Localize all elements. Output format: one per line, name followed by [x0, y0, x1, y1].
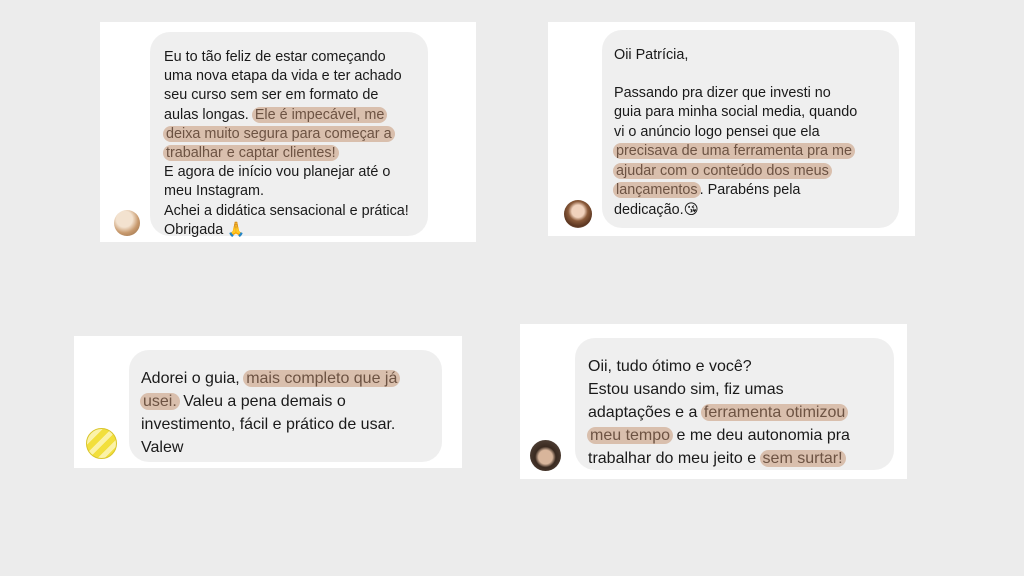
- highlighted-text: ferramenta otimizou: [700, 404, 849, 421]
- message-line: dedicação.😘: [614, 201, 899, 221]
- message-line: Estou usando sim, fiz umas: [588, 378, 894, 401]
- highlighted-text: deixa muito segura para começar a: [163, 125, 395, 142]
- avatar[interactable]: [114, 210, 140, 236]
- message-line: usei. Valeu a pena demais o: [140, 390, 442, 413]
- highlighted-text: sem surtar!: [759, 450, 846, 467]
- message-line: Valew: [141, 436, 442, 459]
- message-line: guia para minha social media, quando: [614, 103, 899, 123]
- avatar[interactable]: [564, 200, 592, 228]
- highlighted-text: trabalhar e captar clientes!: [163, 145, 339, 162]
- testimonial-card-4: Oii, tudo ótimo e você? Estou usando sim,…: [520, 324, 907, 479]
- message-text: E agora de início vou planejar até o: [164, 164, 391, 181]
- message-text: Achei a didática sensacional e prática!: [164, 202, 409, 219]
- message-bubble: Oii, tudo ótimo e você? Estou usando sim,…: [575, 338, 894, 470]
- highlighted-text: Ele é impecável, me: [251, 106, 388, 123]
- message-line: meu Instagram.: [164, 182, 428, 201]
- message-text: adaptações e a: [588, 404, 702, 421]
- message-text: Obrigada 🙏: [164, 221, 246, 238]
- message-line: Eu to tão feliz de estar começando: [164, 48, 428, 67]
- message-line: aulas longas. Ele é impecável, me: [164, 106, 428, 125]
- message-line: lançamentos. Parabéns pela: [613, 181, 899, 201]
- highlighted-text: usei.: [140, 393, 180, 410]
- message-line: uma nova etapa da vida e ter achado: [164, 67, 428, 86]
- message-text: dedicação.😘: [614, 201, 699, 218]
- message-line: Adorei o guia, mais completo que já: [141, 367, 442, 390]
- message-line: adaptações e a ferramenta otimizou: [588, 401, 894, 424]
- message-bubble: Adorei o guia, mais completo que já usei.…: [129, 350, 442, 462]
- highlighted-text: lançamentos: [613, 182, 701, 198]
- message-text: aulas longas.: [164, 106, 253, 123]
- message-line: trabalhar e captar clientes!: [163, 144, 428, 163]
- message-text: seu curso sem ser em formato de: [164, 87, 379, 104]
- message-line: ajudar com o conteúdo dos meus: [613, 162, 899, 182]
- highlighted-text: ajudar com o conteúdo dos meus: [613, 162, 832, 179]
- message-text: trabalhar do meu jeito e: [588, 450, 761, 467]
- message-line: seu curso sem ser em formato de: [164, 86, 428, 105]
- message-text: Eu to tão feliz de estar começando: [164, 49, 386, 65]
- testimonial-card-2: Oii Patrícia, Passando pra dizer que inve…: [548, 22, 915, 236]
- message-line: precisava de uma ferramenta pra me: [613, 142, 899, 162]
- testimonial-card-1: Eu to tão feliz de estar começando uma no…: [100, 22, 476, 242]
- message-text: Oii Patrícia,: [614, 47, 689, 63]
- message-line: investimento, fácil e prático de usar.: [141, 413, 442, 436]
- message-line: vi o anúncio logo pensei que ela: [614, 123, 899, 143]
- testimonial-card-3: Adorei o guia, mais completo que já usei.…: [74, 336, 462, 468]
- message-text: Estou usando sim, fiz umas: [588, 381, 784, 398]
- message-text: vi o anúncio logo pensei que ela: [614, 123, 820, 140]
- message-line: Oii Patrícia,: [614, 46, 899, 66]
- message-line: deixa muito segura para começar a: [163, 125, 428, 144]
- message-text: uma nova etapa da vida e ter achado: [164, 68, 402, 85]
- message-line: Achei a didática sensacional e prática!: [164, 202, 428, 221]
- avatar[interactable]: [530, 440, 561, 471]
- message-text: e me deu autonomia pra: [672, 427, 850, 444]
- highlighted-text: mais completo que já: [243, 370, 401, 387]
- message-line: E agora de início vou planejar até o: [164, 163, 428, 182]
- message-text: guia para minha social media, quando: [614, 104, 858, 120]
- highlighted-text: precisava de uma ferramenta pra me: [613, 143, 855, 159]
- message-text: Valew: [141, 439, 184, 456]
- message-bubble: Eu to tão feliz de estar começando uma no…: [150, 32, 428, 238]
- message-line: meu tempo e me deu autonomia pra: [587, 424, 894, 447]
- message-line: Oii, tudo ótimo e você?: [588, 355, 894, 378]
- message-text: Oii, tudo ótimo e você?: [588, 358, 752, 375]
- message-line: Passando pra dizer que investi no: [614, 84, 899, 104]
- message-text: meu Instagram.: [164, 183, 264, 200]
- highlighted-text: meu tempo: [587, 427, 674, 444]
- message-text: investimento, fácil e prático de usar.: [141, 416, 396, 433]
- avatar[interactable]: [86, 428, 117, 459]
- message-line: Obrigada 🙏: [164, 221, 428, 240]
- message-text: Passando pra dizer que investi no: [614, 84, 831, 101]
- message-bubble: Oii Patrícia, Passando pra dizer que inve…: [602, 30, 899, 228]
- message-line: trabalhar do meu jeito e sem surtar!: [588, 447, 894, 470]
- message-text: Valeu a pena demais o: [178, 393, 346, 410]
- message-text: . Parabéns pela: [699, 182, 801, 198]
- message-text: Adorei o guia,: [141, 370, 245, 387]
